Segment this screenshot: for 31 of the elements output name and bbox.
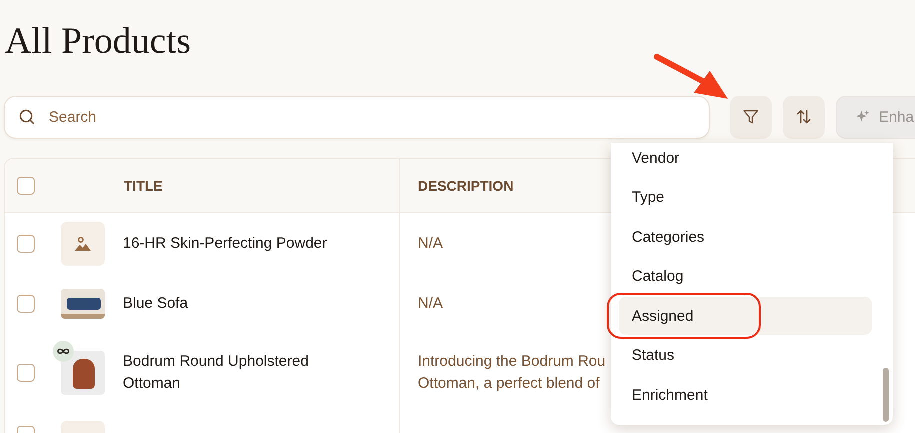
menu-item[interactable]: Catalog bbox=[619, 258, 872, 296]
column-header: TITLE bbox=[124, 178, 163, 194]
filter-button[interactable] bbox=[730, 96, 772, 138]
product-title: Bodrum Round Upholstered Ottoman bbox=[123, 352, 309, 394]
page-title: All Products bbox=[4, 20, 192, 64]
menu-item[interactable]: Assigned bbox=[619, 297, 872, 336]
search-field[interactable]: Search bbox=[4, 96, 710, 138]
menu-item[interactable]: Categories bbox=[619, 218, 872, 256]
column-header: DESCRIPTION bbox=[418, 178, 514, 194]
menu-item[interactable]: Status bbox=[619, 336, 872, 375]
menu-item[interactable]: Type bbox=[619, 178, 872, 217]
select-all-checkbox[interactable] bbox=[17, 176, 35, 194]
product-description: N/A bbox=[418, 234, 444, 254]
scrollbar-thumb[interactable] bbox=[883, 368, 889, 422]
row-checkbox[interactable] bbox=[17, 235, 35, 253]
menu-item[interactable]: Enrichment bbox=[619, 376, 872, 415]
product-description: Introducing the Bodrum Rou Ottoman, a perfect blend of bbox=[418, 352, 606, 394]
image-icon bbox=[74, 236, 92, 252]
menu-item[interactable]: Vendor bbox=[619, 139, 872, 177]
search-icon bbox=[18, 108, 36, 126]
product-description: N/A bbox=[418, 294, 444, 314]
infinity-icon bbox=[57, 348, 70, 355]
filter-icon bbox=[742, 108, 760, 126]
row-checkbox[interactable] bbox=[17, 295, 35, 313]
photo-placeholder bbox=[61, 351, 105, 395]
product-title: 16-HR Skin-Perfecting Powder bbox=[123, 234, 328, 254]
sort-button[interactable] bbox=[783, 96, 825, 138]
row-checkbox[interactable] bbox=[17, 364, 35, 382]
photo-placeholder bbox=[61, 289, 105, 319]
sort-icon bbox=[795, 108, 813, 126]
product-title: Blue Sofa bbox=[123, 294, 188, 314]
